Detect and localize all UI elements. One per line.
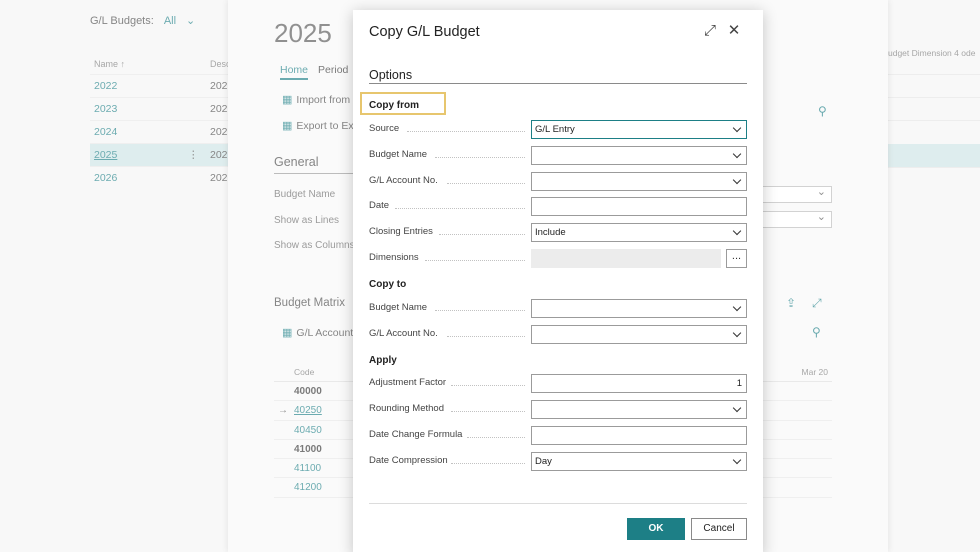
date-compression-select[interactable]: Day [531, 452, 747, 471]
date-input[interactable] [531, 197, 747, 216]
rounding-method-select[interactable] [531, 400, 747, 419]
gl-account-row: G/L Account No. [369, 172, 747, 191]
date-row: Date [369, 197, 747, 216]
dimensions-row: Dimensions ... [369, 249, 747, 268]
copy-from-heading[interactable]: Copy from [369, 100, 419, 111]
to-gl-account-row: G/L Account No. [369, 325, 747, 344]
options-heading: Options [369, 68, 413, 82]
rounding-method-row: Rounding Method [369, 400, 747, 419]
date-change-formula-row: Date Change Formula [369, 426, 747, 445]
expand-icon[interactable]: ⤢ [701, 22, 719, 40]
source-select[interactable]: G/L Entry [531, 120, 747, 139]
source-row: Source G/L Entry [369, 120, 747, 139]
to-gl-account-select[interactable] [531, 325, 747, 344]
date-change-formula-input[interactable] [531, 426, 747, 445]
from-gl-account-select[interactable] [531, 172, 747, 191]
dimensions-lookup-button[interactable]: ... [726, 249, 747, 268]
to-budget-name-row: Budget Name [369, 299, 747, 318]
budget-name-row: Budget Name [369, 146, 747, 165]
adjustment-factor-row: Adjustment Factor 1 [369, 374, 747, 393]
dimensions-field [531, 249, 721, 268]
date-compression-row: Date Compression Day [369, 452, 747, 471]
ok-button[interactable]: OK [627, 518, 685, 540]
to-budget-name-select[interactable] [531, 299, 747, 318]
from-budget-name-select[interactable] [531, 146, 747, 165]
copy-gl-budget-dialog: Copy G/L Budget ⤢ ✕ Options Copy from So… [353, 10, 763, 552]
dialog-title: Copy G/L Budget [369, 24, 480, 40]
closing-entries-select[interactable]: Include [531, 223, 747, 242]
adjustment-factor-input[interactable]: 1 [531, 374, 747, 393]
apply-heading[interactable]: Apply [369, 355, 397, 366]
close-icon[interactable]: ✕ [725, 22, 743, 40]
copy-to-heading[interactable]: Copy to [369, 279, 406, 290]
cancel-button[interactable]: Cancel [691, 518, 747, 540]
closing-entries-row: Closing Entries Include [369, 223, 747, 242]
